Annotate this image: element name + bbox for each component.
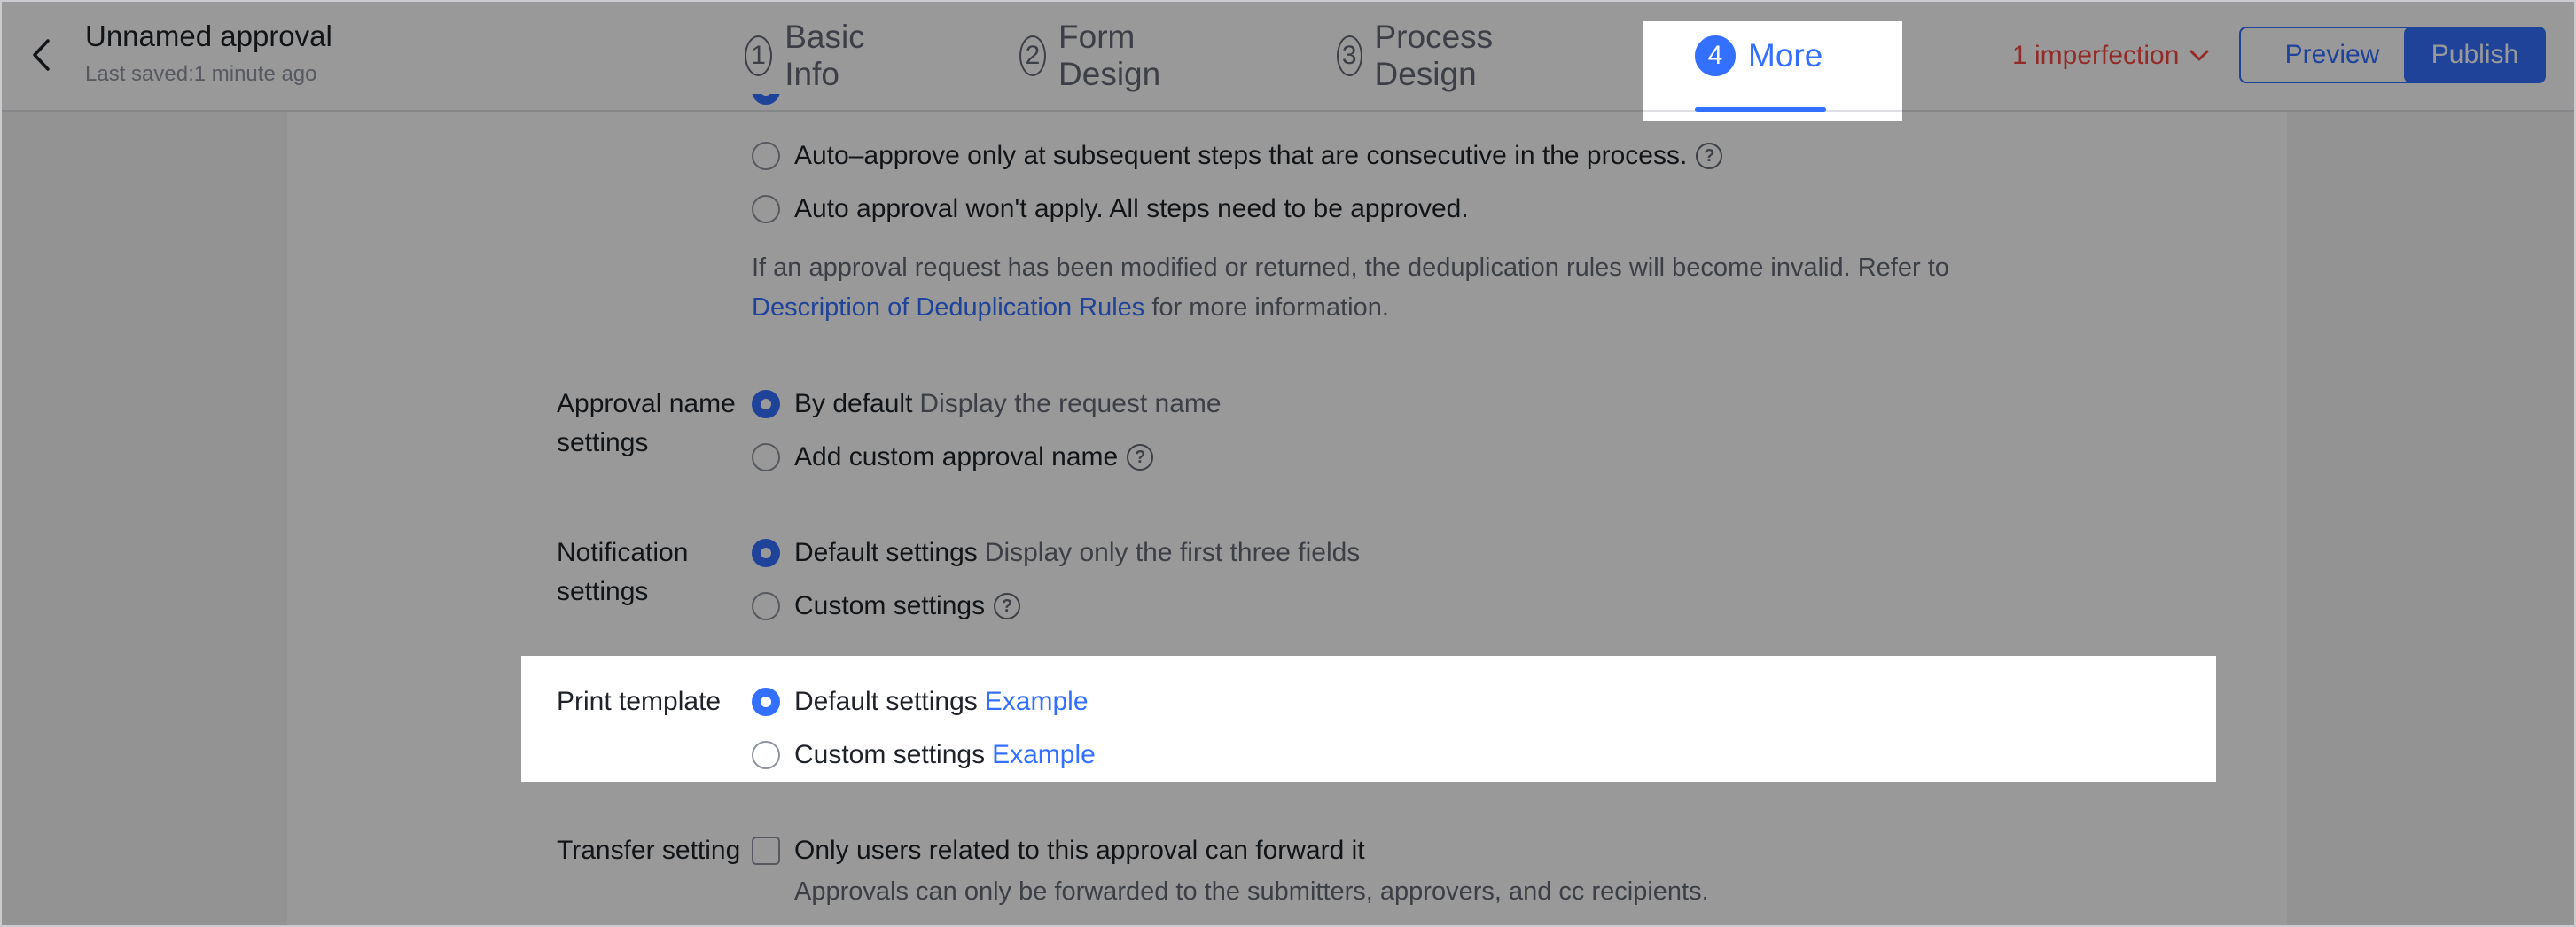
option-label: Auto approval won't apply. All steps nee… <box>794 194 1469 223</box>
approval-name-label: Approval name settings <box>557 389 736 457</box>
step-label: More <box>1748 37 1823 74</box>
example-link[interactable]: Example <box>992 740 1096 770</box>
scrolled-option <box>752 94 1638 110</box>
imperfection-dropdown[interactable]: 1 imperfection <box>2012 0 2209 112</box>
step-number: 4 <box>1695 35 1736 76</box>
publish-button[interactable]: Publish <box>2404 27 2546 83</box>
notification-default[interactable]: Default settings Display only the first … <box>752 534 1360 573</box>
option-label: Auto–approve only at subsequent steps th… <box>794 141 1688 170</box>
dedup-option-consecutive[interactable]: Auto–approve only at subsequent steps th… <box>752 136 1723 175</box>
radio-button[interactable] <box>752 142 780 170</box>
info-prefix: If an approval request has been modified… <box>752 253 1949 282</box>
radio-button[interactable] <box>752 94 780 105</box>
checkbox[interactable] <box>752 837 780 865</box>
last-saved-status: Last saved:1 minute ago <box>85 62 317 86</box>
step-label: Form Design <box>1058 19 1161 92</box>
option-description: Display only the first three fields <box>984 538 1361 567</box>
option-label: Default settings <box>794 687 978 716</box>
print-template-default[interactable]: Default settings Example <box>752 682 1089 721</box>
radio-button[interactable] <box>752 195 780 223</box>
radio-button[interactable] <box>752 688 780 716</box>
option-label: Custom settings <box>794 591 986 620</box>
example-link[interactable]: Example <box>985 687 1089 717</box>
option-label: By default <box>794 389 913 418</box>
info-suffix: for more information. <box>1151 293 1389 322</box>
chevron-left-icon <box>33 39 50 71</box>
approval-name-default[interactable]: By default Display the request name <box>752 385 1222 424</box>
print-template-label: Print template <box>557 687 722 716</box>
print-template-custom[interactable]: Custom settings Example <box>752 736 1096 775</box>
radio-button[interactable] <box>752 443 780 471</box>
approval-name-custom[interactable]: Add custom approval name ? <box>752 438 1154 477</box>
transfer-setting-label: Transfer setting <box>557 836 741 865</box>
step-number: 2 <box>1019 35 1047 76</box>
step-label: Basic Info <box>785 19 865 92</box>
settings-card <box>287 112 2287 927</box>
option-label: Custom settings <box>794 740 986 769</box>
chevron-down-icon <box>2190 50 2209 61</box>
option-description: Display the request name <box>919 389 1222 418</box>
option-label: Default settings <box>794 538 978 567</box>
step-more[interactable]: 4 More <box>1695 0 1823 112</box>
radio-button[interactable] <box>752 390 780 418</box>
option-label: Add custom approval name <box>794 442 1119 471</box>
radio-button[interactable] <box>752 741 780 769</box>
step-number: 1 <box>745 35 773 76</box>
dedup-rules-link[interactable]: Description of Deduplication Rules <box>752 293 1144 322</box>
notification-custom[interactable]: Custom settings ? <box>752 587 1021 626</box>
step-label: Process Design <box>1374 19 1494 92</box>
radio-button[interactable] <box>752 592 780 620</box>
question-circle-icon[interactable]: ? <box>1127 444 1154 471</box>
back-button[interactable] <box>20 32 62 78</box>
dedup-option-none[interactable]: Auto approval won't apply. All steps nee… <box>752 190 1469 229</box>
step-number: 3 <box>1337 35 1362 76</box>
approval-title[interactable]: Unnamed approval <box>85 19 332 53</box>
transfer-restrict-option[interactable]: Only users related to this approval can … <box>752 831 1365 870</box>
preview-button[interactable]: Preview <box>2239 27 2425 83</box>
question-circle-icon[interactable]: ? <box>1696 143 1723 169</box>
radio-button[interactable] <box>752 539 780 567</box>
imperfection-label: 1 imperfection <box>2012 41 2180 70</box>
dedup-info-text: If an approval request has been modified… <box>752 248 2010 328</box>
option-label: Only users related to this approval can … <box>794 836 1365 865</box>
question-circle-icon[interactable]: ? <box>994 593 1021 619</box>
transfer-note: Approvals can only be forwarded to the s… <box>794 877 1709 906</box>
notification-label: Notification settings <box>557 538 689 606</box>
